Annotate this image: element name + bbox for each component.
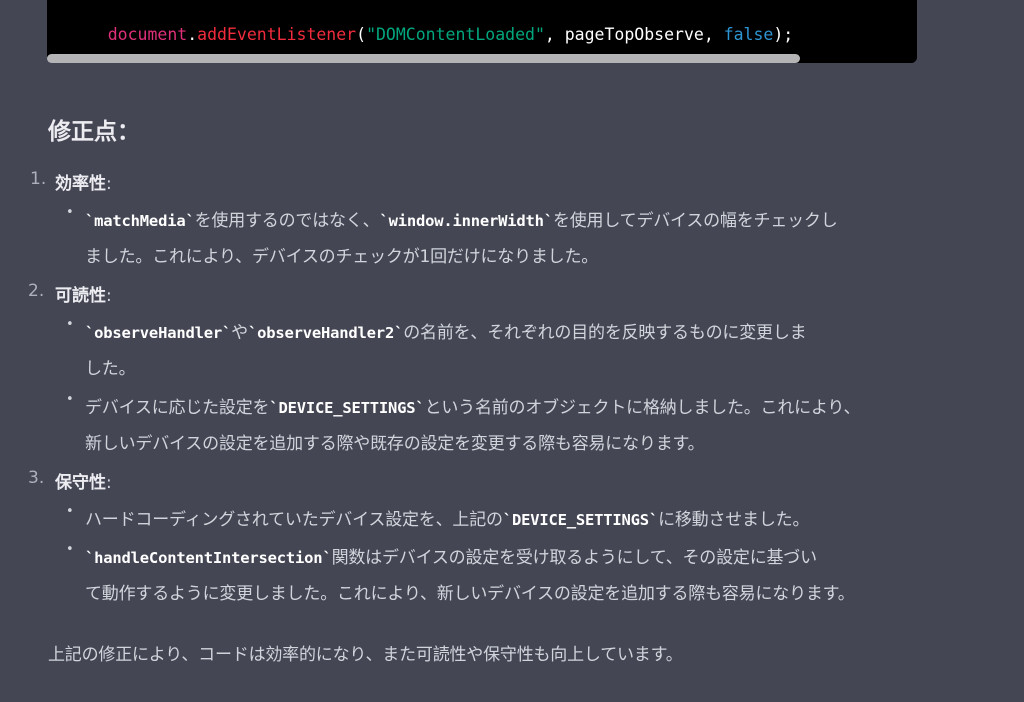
title-colon: : <box>106 174 112 194</box>
title-text: 保守性 <box>55 473 106 493</box>
code-token: . <box>187 25 198 44</box>
code-token: ( <box>356 25 367 44</box>
title-colon: : <box>106 286 112 306</box>
code-token: addEventListener <box>197 25 357 44</box>
list-number: 2. <box>28 281 45 301</box>
list-item-continuation: ました。これにより、デバイスのチェックが1回だけになりました。 <box>85 247 599 267</box>
list-item: `matchMedia`を使用するのではなく、`window.innerWidt… <box>85 211 838 231</box>
bullet-icon: • <box>66 205 74 220</box>
inline-code: `observeHandler2` <box>247 324 404 342</box>
scrollbar-thumb[interactable] <box>47 54 800 63</box>
summary-paragraph: 上記の修正により、コードは効率的になり、また可読性や保守性も向上しています。 <box>48 645 683 665</box>
bullet-icon: • <box>66 504 74 519</box>
title-text: 可読性 <box>55 286 106 306</box>
inline-code: `matchMedia` <box>85 212 195 230</box>
list-number: 1. <box>30 169 47 189</box>
list-item: ハードコーディングされていたデバイス設定を、上記の`DEVICE_SETTING… <box>85 510 810 530</box>
code-token: false <box>723 25 774 44</box>
inline-code: `DEVICE_SETTINGS` <box>502 511 659 529</box>
list-number: 3. <box>28 468 45 488</box>
list-item-continuation: した。 <box>85 359 136 379</box>
code-token: ); <box>773 25 794 44</box>
list-item: `observeHandler`や`observeHandler2`の名前を、そ… <box>85 323 807 343</box>
list-item-title: 保守性: <box>55 468 112 493</box>
list-item-title: 効率性: <box>55 169 112 194</box>
title-colon: : <box>106 473 112 493</box>
section-heading: 修正点： <box>48 119 140 145</box>
inline-code: `observeHandler` <box>85 324 232 342</box>
bullet-icon: • <box>66 317 74 332</box>
bullet-icon: • <box>66 542 74 557</box>
inline-code: `DEVICE_SETTINGS` <box>269 399 425 417</box>
horizontal-scrollbar[interactable] <box>47 53 917 63</box>
code-token: "DOMContentLoaded" <box>366 25 545 44</box>
list-item-continuation: 新しいデバイスの設定を追加する際や既存の設定を変更する際も容易になります。 <box>85 434 705 454</box>
code-token: document <box>107 25 188 44</box>
bullet-icon: • <box>66 392 74 407</box>
list-item-title: 可読性: <box>55 281 112 306</box>
code-token: , pageTopObserve, <box>544 25 724 44</box>
list-item: `handleContentIntersection`関数はデバイスの設定を受け… <box>85 548 817 568</box>
inline-code: `handleContentIntersection` <box>85 549 332 567</box>
list-item-continuation: て動作するように変更しました。これにより、新しいデバイスの設定を追加する際も容易… <box>85 584 855 604</box>
inline-code: `window.innerWidth` <box>379 212 553 230</box>
list-item: デバイスに応じた設定を`DEVICE_SETTINGS`という名前のオブジェクト… <box>85 398 861 418</box>
title-text: 効率性 <box>55 174 106 194</box>
code-block: document.addEventListener("DOMContentLoa… <box>47 0 917 63</box>
